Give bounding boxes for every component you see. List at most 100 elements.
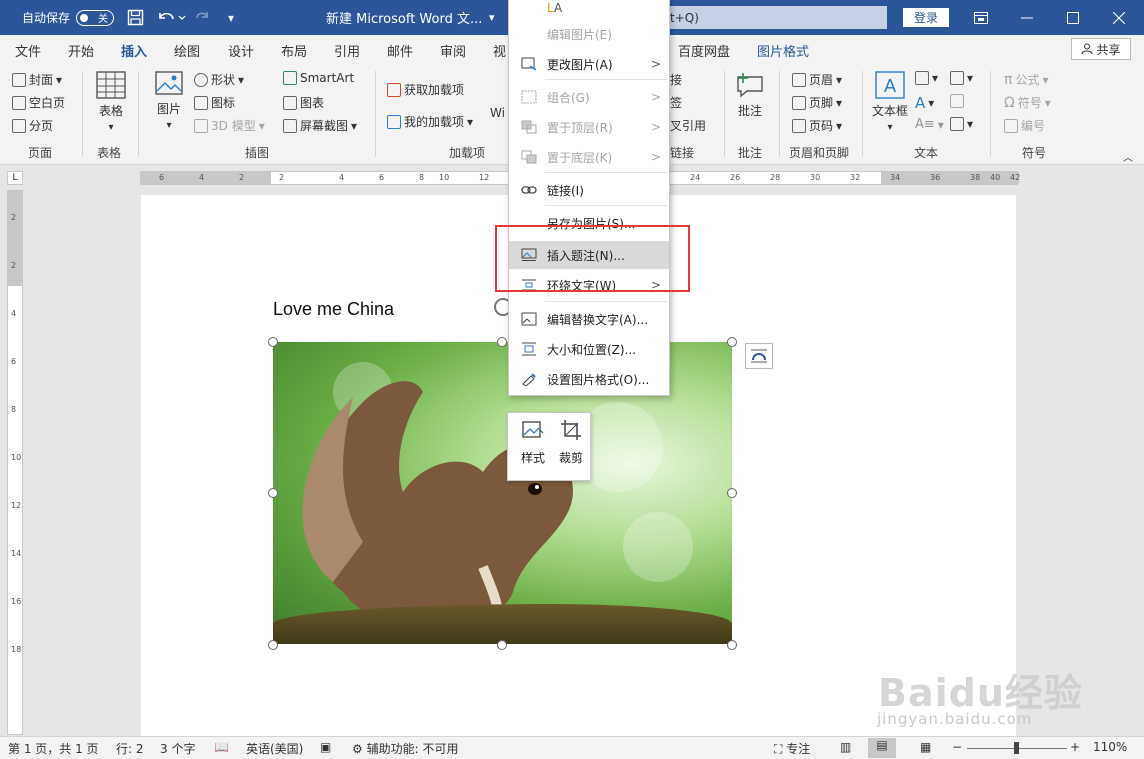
cross-reference-button[interactable]: 叉引用 — [670, 117, 706, 134]
size-position-label: 大小和位置(Z)... — [547, 342, 637, 357]
footer-button[interactable]: 页脚 ▾ — [792, 94, 842, 111]
bookmark-button[interactable]: 签 — [670, 94, 682, 111]
table-button[interactable]: 表格 ▾ — [96, 71, 126, 133]
wordart-icon[interactable]: A ▾ — [915, 94, 934, 112]
smartart-button[interactable]: SmartArt — [283, 71, 354, 85]
autosave[interactable]: 自动保存 关 — [22, 0, 115, 35]
tab-baidu-netdisk[interactable]: 百度网盘 — [678, 41, 730, 60]
textbox-label: 文本框 — [872, 104, 909, 118]
resize-handle[interactable] — [497, 337, 507, 347]
wikipedia-button[interactable]: Wi — [490, 106, 505, 120]
menu-item-size-position[interactable]: 大小和位置(Z)... — [509, 335, 669, 363]
resize-handle[interactable] — [727, 488, 737, 498]
textbox-button[interactable]: A 文本框 ▾ — [872, 71, 908, 133]
link-button[interactable]: 接 — [670, 71, 682, 88]
style-button[interactable]: 样式 — [514, 419, 552, 466]
resize-handle[interactable] — [268, 640, 278, 650]
vertical-ruler[interactable]: 2 2 4 6 8 10 12 14 16 18 — [7, 190, 23, 735]
baidu-watermark-url: jingyan.baidu.com — [877, 710, 1033, 728]
menu-item-edit-alt-text[interactable]: 编辑替换文字(A)... — [509, 305, 669, 333]
focus-mode[interactable]: ⛶ 专注 — [774, 740, 810, 757]
picture-button[interactable]: 图片 ▾ — [155, 71, 183, 131]
language[interactable]: 英语(美国) — [246, 740, 303, 757]
undo-icon[interactable] — [156, 0, 186, 35]
menu-item-format-picture[interactable]: 设置图片格式(O)... — [509, 365, 669, 393]
row-indicator[interactable]: 行: 2 — [116, 740, 144, 757]
customize-qat-icon[interactable]: ▾ — [228, 0, 234, 35]
quick-parts-icon[interactable]: ▾ — [915, 71, 938, 85]
zoom-in-icon[interactable]: + — [1070, 740, 1080, 754]
blank-page-label: 空白页 — [29, 96, 66, 110]
layout-options-icon[interactable] — [745, 343, 773, 369]
send-back-label: 置于底层(K) — [547, 150, 613, 165]
comment-button[interactable]: 批注 — [735, 71, 765, 119]
cover-page-label: 封面 — [29, 73, 54, 87]
close-icon[interactable] — [1096, 0, 1142, 35]
tab-picture-format[interactable]: 图片格式 — [757, 41, 809, 60]
icons-button[interactable]: 图标 — [194, 94, 235, 111]
header-button[interactable]: 页眉 ▾ — [792, 71, 842, 88]
submenu-arrow-icon: > — [650, 57, 661, 71]
tab-file[interactable]: 文件 — [15, 41, 41, 60]
tab-draw[interactable]: 绘图 — [174, 41, 200, 60]
read-mode-icon[interactable]: ▥ — [840, 740, 851, 754]
search-input[interactable]: t+Q) — [668, 6, 887, 29]
save-icon[interactable] — [127, 0, 144, 35]
page-number-button[interactable]: 页码 ▾ — [792, 117, 842, 134]
signature-line-icon[interactable]: ▾ — [950, 71, 973, 85]
accessibility-status[interactable]: ⚙ 辅助功能: 不可用 — [352, 740, 458, 757]
picture-label: 图片 — [156, 102, 181, 116]
chart-button[interactable]: 图表 — [283, 94, 324, 111]
smartart-label: SmartArt — [300, 71, 355, 85]
tab-layout[interactable]: 布局 — [281, 41, 307, 60]
blank-page-button[interactable]: 空白页 — [12, 94, 65, 111]
tab-view[interactable]: 视 — [493, 41, 506, 60]
macro-icon[interactable]: ▣ — [320, 740, 331, 754]
resize-handle[interactable] — [268, 488, 278, 498]
autosave-toggle[interactable]: 关 — [76, 9, 115, 26]
resize-handle[interactable] — [497, 640, 507, 650]
zoom-out-icon[interactable]: − — [952, 740, 962, 754]
page-break-button[interactable]: 分页 — [12, 117, 53, 134]
get-addins-button[interactable]: 获取加载项 — [387, 81, 464, 98]
page-count[interactable]: 第 1 页，共 1 页 — [8, 740, 99, 757]
zoom-level[interactable]: 110% — [1093, 740, 1127, 754]
proofing-icon[interactable]: 📖 — [214, 740, 229, 754]
tab-mailings[interactable]: 邮件 — [387, 41, 413, 60]
tab-selector[interactable]: L — [7, 171, 23, 185]
ruler-tick-label: 6 — [11, 357, 17, 366]
tab-references[interactable]: 引用 — [334, 41, 360, 60]
footer-label: 页脚 — [809, 96, 834, 110]
tab-review[interactable]: 审阅 — [440, 41, 466, 60]
document-text[interactable]: Love me China — [273, 299, 394, 320]
ribbon-separator — [82, 71, 83, 157]
search-shortcut: t+Q) — [670, 10, 699, 25]
maximize-icon[interactable] — [1050, 0, 1096, 35]
collapse-ribbon-icon[interactable]: ︿ — [1123, 149, 1133, 164]
shapes-button[interactable]: 形状 ▾ — [194, 71, 244, 88]
menu-item-edit-picture: 编辑图片(E) — [509, 20, 669, 48]
screenshot-button[interactable]: 屏幕截图 ▾ — [283, 117, 357, 134]
focus-icon: ⛶ — [774, 742, 783, 756]
menu-item-link[interactable]: 链接(I) — [509, 176, 669, 204]
print-layout-icon[interactable]: ▤ — [868, 738, 896, 758]
cover-page-button[interactable]: 封面 ▾ — [12, 71, 62, 88]
crop-button[interactable]: 裁剪 — [552, 419, 590, 466]
my-addins-button[interactable]: 我的加载项 ▾ — [387, 113, 473, 130]
resize-handle[interactable] — [727, 337, 737, 347]
resize-handle[interactable] — [268, 337, 278, 347]
menu-item-change-picture[interactable]: 更改图片(A) > — [509, 50, 669, 78]
title-dropdown-icon[interactable]: ▾ — [489, 0, 495, 35]
tab-design[interactable]: 设计 — [228, 41, 254, 60]
tab-home[interactable]: 开始 — [68, 41, 94, 60]
ribbon-display-icon[interactable] — [958, 0, 1004, 35]
resize-handle[interactable] — [727, 640, 737, 650]
zoom-slider-thumb[interactable] — [1014, 742, 1019, 754]
minimize-icon[interactable] — [1004, 0, 1050, 35]
tab-insert[interactable]: 插入 — [121, 41, 148, 66]
web-layout-icon[interactable]: ▦ — [920, 740, 931, 754]
login-button[interactable]: 登录 — [903, 8, 949, 27]
share-button[interactable]: 共享 — [1071, 38, 1131, 60]
object-icon[interactable]: ▾ — [950, 117, 973, 131]
word-count[interactable]: 3 个字 — [160, 740, 195, 757]
